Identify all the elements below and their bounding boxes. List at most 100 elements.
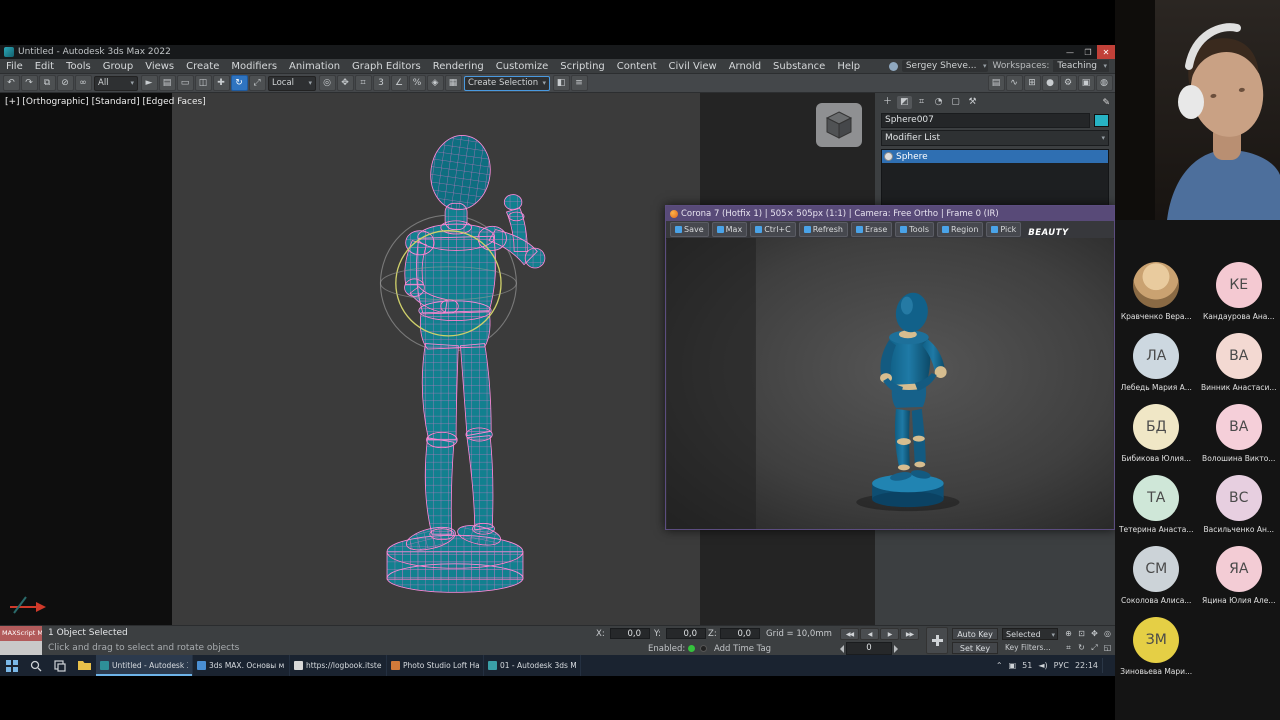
maximize-viewport-toggle-icon[interactable]: ◱ (1101, 641, 1114, 655)
menu-item-civil-view[interactable]: Civil View (663, 59, 723, 74)
menu-item-help[interactable]: Help (831, 59, 866, 74)
snaps-toggle-icon[interactable]: 3 (372, 75, 390, 91)
next-frame-icon[interactable] (894, 644, 898, 653)
workspace-dropdown[interactable]: Teaching (1053, 60, 1109, 72)
viewcube-gizmo[interactable] (816, 103, 862, 147)
angle-snap-icon[interactable]: ∠ (390, 75, 408, 91)
render-production-icon[interactable]: ◍ (1095, 75, 1113, 91)
close-button[interactable]: ✕ (1097, 45, 1115, 59)
layer-manager-icon[interactable]: ▤ (987, 75, 1005, 91)
participant-avatar[interactable]: ВА (1215, 333, 1262, 379)
mannequin-wireframe-model[interactable] (318, 93, 592, 600)
corona-titlebar[interactable]: Corona 7 (Hotfix 1) | 505× 505px (1:1) |… (666, 206, 1114, 221)
menu-item-tools[interactable]: Tools (60, 59, 97, 74)
bind-to-space-warp-icon[interactable]: ∞ (74, 75, 92, 91)
zoom-icon[interactable]: ⊕ (1062, 627, 1075, 641)
auto-key-button[interactable]: Auto Key (952, 628, 998, 640)
previous-frame-icon[interactable] (840, 644, 844, 653)
motion-tab[interactable]: ◔ (931, 96, 946, 109)
participant-avatar[interactable]: ЛА (1133, 333, 1180, 379)
menu-item-arnold[interactable]: Arnold (723, 59, 767, 74)
object-color-swatch[interactable] (1094, 114, 1109, 127)
tray-app-icon[interactable]: ▣ (1009, 661, 1017, 670)
participant-avatar[interactable]: ВС (1215, 475, 1262, 521)
taskbar-window-browser[interactable]: https://logbook.itste... (290, 655, 387, 676)
action-center-icon[interactable] (1102, 658, 1115, 673)
participant-avatar[interactable]: ЯА (1215, 546, 1262, 592)
display-tab[interactable]: ▢ (948, 96, 963, 109)
taskbar-window-video[interactable]: 01 - Autodesk 3ds M... (484, 655, 581, 676)
restore-button[interactable]: ❐ (1079, 45, 1097, 59)
battery-level[interactable]: 51 (1022, 661, 1032, 670)
utilities-tab[interactable]: ⚒ (965, 96, 980, 109)
participant-avatar[interactable]: ТА (1133, 475, 1180, 521)
menu-item-views[interactable]: Views (139, 59, 180, 74)
taskbar-window-3dsmax[interactable]: Untitled - Autodesk 3... (96, 655, 193, 676)
select-by-name-icon[interactable]: ▤ (158, 75, 176, 91)
add-time-tag[interactable]: Add Time Tag (714, 644, 771, 654)
reference-coordinate-system-dropdown[interactable]: Local (268, 75, 316, 91)
file-explorer-icon[interactable] (72, 655, 96, 676)
modifier-stack-entry-sphere[interactable]: Sphere (882, 150, 1108, 163)
enabled-green-indicator[interactable] (688, 645, 695, 652)
menu-item-substance[interactable]: Substance (767, 59, 831, 74)
keyboard-shortcut-override-icon[interactable]: ⌗ (354, 75, 372, 91)
use-pivot-point-icon[interactable]: ◎ (318, 75, 336, 91)
menu-item-content[interactable]: Content (611, 59, 663, 74)
orbit-icon[interactable]: ◎ (1101, 627, 1114, 641)
language-indicator[interactable]: РУС (1054, 661, 1069, 670)
menu-item-modifiers[interactable]: Modifiers (225, 59, 283, 74)
viewport-label[interactable]: [+] [Orthographic] [Standard] [Edged Fac… (5, 97, 206, 107)
pan-icon[interactable]: ✥ (1088, 627, 1101, 641)
select-and-manipulate-icon[interactable]: ✥ (336, 75, 354, 91)
zoom-region-icon[interactable]: ⤢ (1088, 641, 1101, 655)
key-filters-button[interactable]: Key Filters... (1002, 642, 1058, 654)
participant-photo-avatar[interactable] (1133, 262, 1180, 308)
curve-editor-icon[interactable]: ∿ (1005, 75, 1023, 91)
hierarchy-tab[interactable]: ⌗ (914, 96, 929, 109)
select-object-icon[interactable]: ► (140, 75, 158, 91)
menu-item-graph-editors[interactable]: Graph Editors (346, 59, 427, 74)
render-setup-icon[interactable]: ⚙ (1059, 75, 1077, 91)
corona-max-button[interactable]: Max (711, 222, 748, 237)
menu-item-customize[interactable]: Customize (490, 59, 555, 74)
corona-copy-button[interactable]: Ctrl+C (750, 222, 796, 237)
percent-snap-icon[interactable]: % (408, 75, 426, 91)
menu-item-scripting[interactable]: Scripting (554, 59, 610, 74)
zoom-all-icon[interactable]: ⊡ (1075, 627, 1088, 641)
selection-filter-dropdown[interactable]: All (94, 75, 138, 91)
maxscript-mini-listener[interactable]: MAXScript Mi (0, 626, 42, 656)
current-frame-field[interactable]: 0 (846, 642, 892, 655)
align-icon[interactable]: ≡ (570, 75, 588, 91)
z-coordinate-field[interactable]: 0,0 (720, 628, 760, 639)
search-icon[interactable] (24, 655, 48, 676)
play-button[interactable]: ▶ (880, 628, 899, 640)
rectangular-selection-region-icon[interactable]: ▭ (176, 75, 194, 91)
participant-avatar[interactable]: СМ (1133, 546, 1180, 592)
modifier-list-dropdown[interactable]: Modifier List (881, 130, 1109, 146)
participant-avatar[interactable]: БД (1133, 404, 1180, 450)
select-and-rotate-icon[interactable]: ↻ (230, 75, 248, 91)
select-and-move-icon[interactable]: ✚ (212, 75, 230, 91)
corona-region-button[interactable]: Region (937, 222, 984, 237)
window-crossing-icon[interactable]: ◫ (194, 75, 212, 91)
schematic-view-icon[interactable]: ⊞ (1023, 75, 1041, 91)
clock[interactable]: 22:14 (1075, 661, 1098, 670)
unlink-selection-icon[interactable]: ⊘ (56, 75, 74, 91)
object-name-field[interactable]: Sphere007 (881, 113, 1090, 128)
menu-item-edit[interactable]: Edit (29, 59, 60, 74)
corona-render-view[interactable] (666, 238, 1114, 529)
named-selection-sets-icon[interactable]: ▦ (444, 75, 462, 91)
menu-item-rendering[interactable]: Rendering (427, 59, 490, 74)
previous-frame-button[interactable]: ◀ (860, 628, 879, 640)
modifier-stack[interactable]: Sphere (881, 149, 1109, 209)
minimize-button[interactable]: — (1061, 45, 1079, 59)
orbit-subobject-icon[interactable]: ↻ (1075, 641, 1088, 655)
x-coordinate-field[interactable]: 0,0 (610, 628, 650, 639)
mute-indicator[interactable] (700, 645, 707, 652)
maxscript-input-line[interactable] (0, 641, 42, 655)
zoom-extents-icon[interactable]: ⌗ (1062, 641, 1075, 655)
corona-vfb-window[interactable]: Corona 7 (Hotfix 1) | 505× 505px (1:1) |… (665, 205, 1115, 530)
set-key-button[interactable]: Set Key (952, 642, 998, 654)
corona-pick-button[interactable]: Pick (986, 222, 1022, 237)
